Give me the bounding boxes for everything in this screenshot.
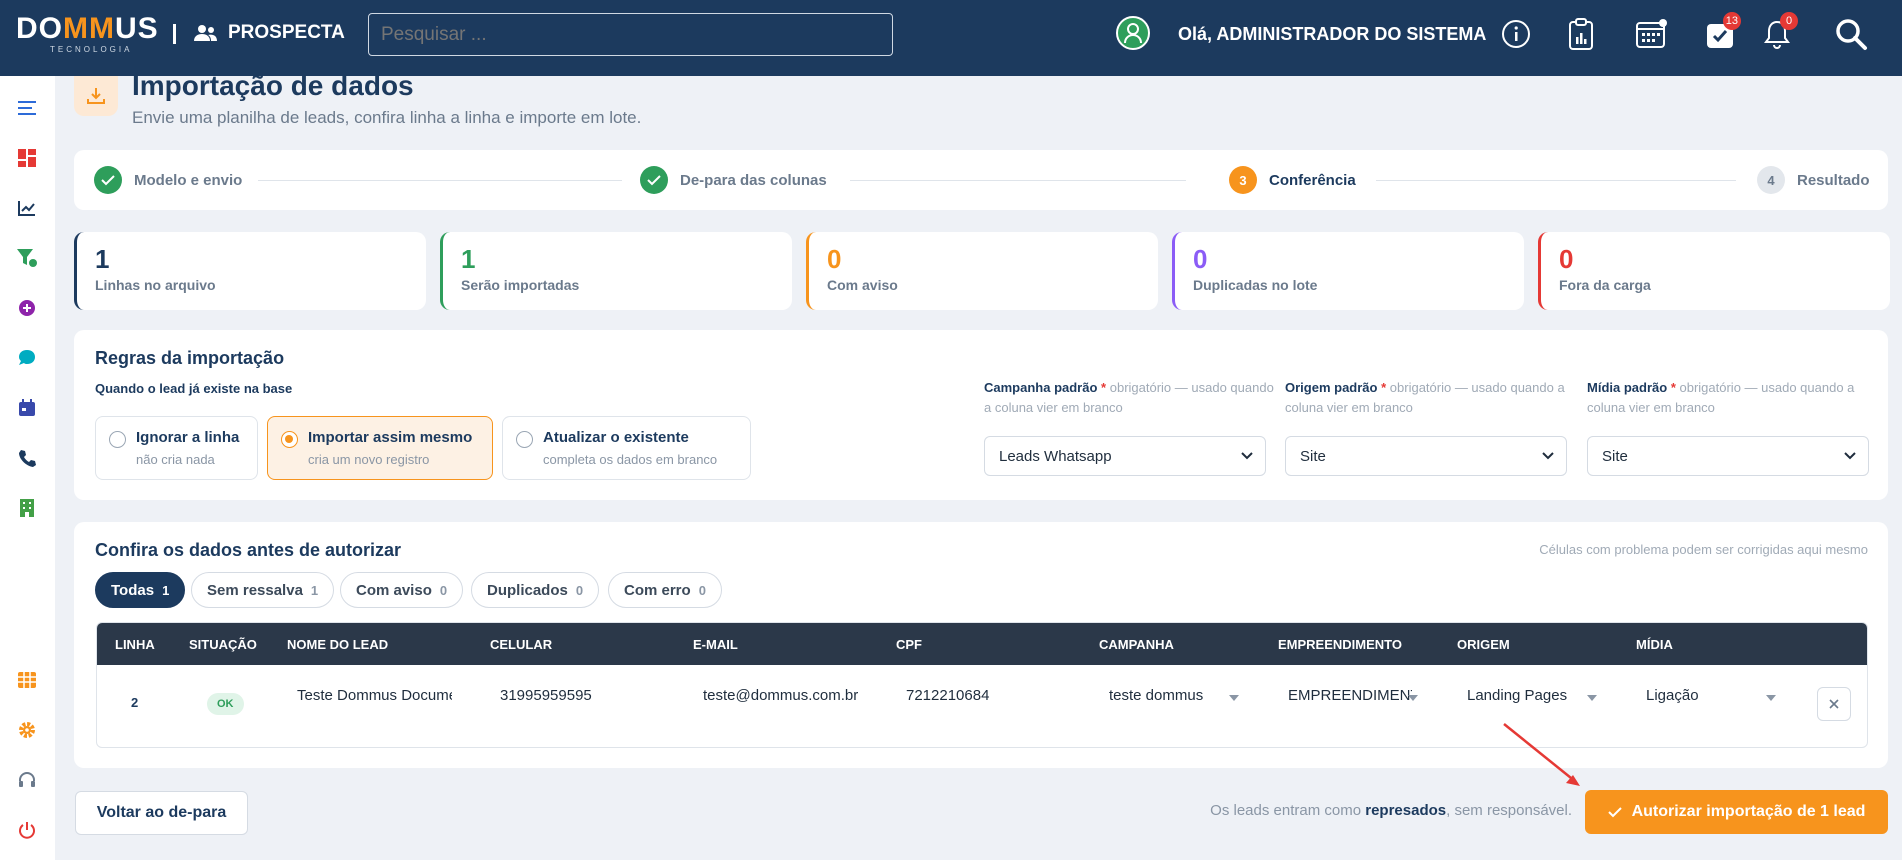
rules-title: Regras da importação <box>95 348 285 368</box>
step-number: 3 <box>1229 166 1257 194</box>
table-header: LINHA SITUAÇÃO NOME DO LEAD CELULAR E-MA… <box>97 623 1867 665</box>
chart-line-icon[interactable] <box>17 198 37 218</box>
step-resultado[interactable]: 4 Resultado <box>1757 166 1870 194</box>
cell-cpf[interactable]: 7212210684 <box>906 687 1061 704</box>
footer-note: Os leads entram como represados, sem res… <box>1210 802 1572 819</box>
cell-email[interactable]: teste@dommus.com.br <box>703 687 858 704</box>
search-input[interactable] <box>368 13 893 56</box>
cell-empreendimento[interactable]: EMPREENDIMENTO <box>1288 687 1412 704</box>
page-subtitle: Envie uma planilha de leads, confira lin… <box>132 108 642 127</box>
campanha-label: Campanha padrão * obrigatório — usado qu… <box>984 380 1274 415</box>
tasks-badge: 13 <box>1722 12 1741 30</box>
stat-fora-carga: 0 Fora da carga <box>1538 232 1890 310</box>
step-modelo-envio[interactable]: Modelo e envio <box>94 166 242 194</box>
users-icon <box>194 25 217 41</box>
greeting-text: Olá, ADMINISTRADOR DO SISTEMA <box>1178 24 1487 44</box>
empreendimento-dropdown-icon[interactable] <box>1408 695 1418 701</box>
check-icon <box>1607 807 1622 818</box>
step-number: 4 <box>1757 166 1785 194</box>
stat-aviso: 0 Com aviso <box>806 232 1158 310</box>
chat-icon[interactable] <box>17 348 37 368</box>
building-icon[interactable] <box>17 498 37 518</box>
midia-select[interactable]: Site <box>1587 436 1869 476</box>
remove-row-button[interactable] <box>1817 687 1851 721</box>
dommus-logo[interactable]: DOMMUS TECNOLOGIA <box>16 14 162 56</box>
midia-dropdown-icon[interactable] <box>1766 695 1776 701</box>
step-connector <box>850 180 1186 181</box>
phone-icon[interactable] <box>17 448 37 468</box>
option-atualizar[interactable]: Atualizar o existente completa os dados … <box>502 416 751 480</box>
filter-todas[interactable]: Todas 1 <box>95 572 186 608</box>
campanha-select[interactable]: Leads Whatsapp <box>984 436 1266 476</box>
menu-icon[interactable] <box>17 98 37 118</box>
step-de-para[interactable]: De-para das colunas <box>640 166 827 194</box>
calendar-event-icon[interactable] <box>17 398 37 418</box>
cell-celular[interactable]: 31995959595 <box>500 687 655 704</box>
origem-dropdown-icon[interactable] <box>1587 695 1597 701</box>
review-panel: Confira os dados antes de autorizar Célu… <box>74 522 1888 768</box>
funnel-icon[interactable] <box>17 248 37 268</box>
cell-midia[interactable]: Ligação <box>1646 687 1771 704</box>
page-title: Importação de dados <box>132 70 414 101</box>
headset-icon[interactable] <box>17 770 37 790</box>
step-connector <box>1376 180 1736 181</box>
filter-com-aviso[interactable]: Com aviso 0 <box>340 572 464 608</box>
radio[interactable] <box>516 431 533 448</box>
bell-icon[interactable]: 0 <box>1760 12 1798 52</box>
option-ignorar[interactable]: Ignorar a linha não cria nada <box>95 416 258 480</box>
chevron-down-icon <box>1241 452 1253 460</box>
clipboard-report-icon[interactable] <box>1564 16 1598 52</box>
chevron-down-icon <box>1844 452 1856 460</box>
notifications-badge: 0 <box>1780 12 1798 30</box>
check-icon <box>640 166 668 194</box>
dashboard-icon[interactable] <box>17 148 37 168</box>
calendar-icon[interactable] <box>1634 16 1668 52</box>
filter-duplicados[interactable]: Duplicados 0 <box>471 572 600 608</box>
review-title: Confira os dados antes de autorizar <box>95 540 402 560</box>
step-conferencia[interactable]: 3 Conferência <box>1229 166 1356 194</box>
module-name[interactable]: PROSPECTA <box>194 22 345 44</box>
filter-com-erro[interactable]: Com erro 0 <box>608 572 722 608</box>
top-bar: DOMMUS TECNOLOGIA PROSPECTA Olá, ADMINIS… <box>0 0 1902 76</box>
cell-linha: 2 <box>131 695 139 710</box>
origem-select[interactable]: Site <box>1285 436 1567 476</box>
import-rules-panel: Regras da importação Quando o lead já ex… <box>74 330 1888 500</box>
option-importar[interactable]: Importar assim mesmo cria um novo regist… <box>267 416 493 480</box>
review-table: LINHA SITUAÇÃO NOME DO LEAD CELULAR E-MA… <box>96 622 1868 748</box>
user-avatar[interactable] <box>1116 16 1150 50</box>
check-icon <box>94 166 122 194</box>
gear-icon[interactable] <box>17 720 37 740</box>
origem-label: Origem padrão * obrigatório — usado quan… <box>1285 380 1565 415</box>
status-badge: OK <box>207 693 244 715</box>
authorize-import-button[interactable]: Autorizar importação de 1 lead <box>1585 790 1888 834</box>
campanha-dropdown-icon[interactable] <box>1229 695 1239 701</box>
cell-nome[interactable]: Teste Dommus Documentação <box>297 687 452 704</box>
radio[interactable] <box>109 431 126 448</box>
radio-selected[interactable] <box>281 431 298 448</box>
info-icon[interactable] <box>1499 16 1533 52</box>
stat-linhas: 1 Linhas no arquivo <box>74 232 426 310</box>
sidebar <box>0 76 55 860</box>
close-icon <box>1829 699 1839 709</box>
filter-sem-ressalva[interactable]: Sem ressalva 1 <box>191 572 335 608</box>
header-separator <box>173 24 176 44</box>
power-icon[interactable] <box>17 820 37 840</box>
existing-lead-label: Quando o lead já existe na base <box>95 381 293 396</box>
stat-importadas: 1 Serão importadas <box>440 232 792 310</box>
chevron-down-icon <box>1542 452 1554 460</box>
cell-campanha[interactable]: teste dommus <box>1109 687 1234 704</box>
review-hint: Células com problema podem ser corrigida… <box>1539 542 1868 557</box>
back-button[interactable]: Voltar ao de-para <box>75 791 248 835</box>
annotation-arrow-icon <box>1503 723 1580 786</box>
step-connector <box>258 180 622 181</box>
search-icon[interactable] <box>1834 16 1868 52</box>
stat-duplicadas: 0 Duplicadas no lote <box>1172 232 1524 310</box>
import-stepper: Modelo e envio De-para das colunas 3 Con… <box>74 150 1888 210</box>
cell-origem[interactable]: Landing Pages <box>1467 687 1592 704</box>
midia-label: Mídia padrão * obrigatório — usado quand… <box>1587 380 1855 415</box>
tasks-icon[interactable]: 13 <box>1703 12 1741 52</box>
table-icon[interactable] <box>17 670 37 690</box>
add-circle-icon[interactable] <box>17 298 37 318</box>
download-icon <box>74 76 118 116</box>
